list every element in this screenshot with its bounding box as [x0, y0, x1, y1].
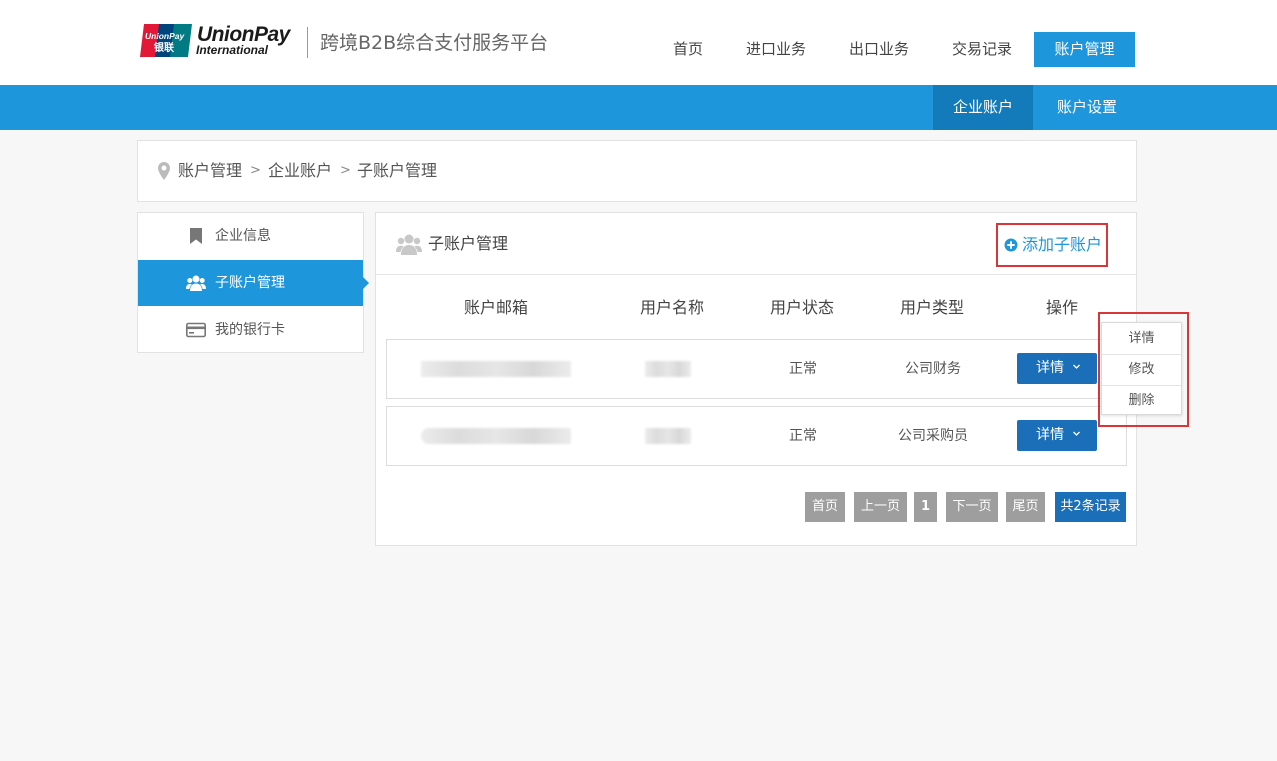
column-header-actions: 操作: [1045, 298, 1078, 317]
sidebar-item-label: 我的银行卡: [215, 322, 285, 338]
logo-brand-text: UnionPay: [197, 23, 290, 46]
sidebar-item-sub-accounts[interactable]: 子账户管理: [138, 260, 369, 306]
subnav-enterprise-account[interactable]: 企业账户: [933, 85, 1033, 130]
menu-item-edit[interactable]: 修改: [1102, 354, 1181, 385]
sub-account-panel: 子账户管理 添加子账户 账户邮箱 用户名称 用户状态 用户类型 操作 正常 公司…: [375, 212, 1137, 546]
breadcrumb: 账户管理 > 企业账户 > 子账户管理: [137, 140, 1137, 202]
pagination-prev[interactable]: 上一页: [854, 492, 907, 522]
detail-dropdown-button[interactable]: 详情: [1017, 353, 1097, 384]
table-row: 正常 公司采购员 详情: [386, 406, 1127, 466]
breadcrumb-account-management[interactable]: 账户管理: [178, 141, 242, 201]
column-header-status: 用户状态: [769, 298, 834, 317]
badge-text-cn: 银联: [154, 41, 174, 54]
username-redacted: [645, 361, 691, 377]
add-sub-account-button[interactable]: 添加子账户: [996, 223, 1108, 267]
sub-navigation-bar: 企业账户 账户设置: [0, 85, 1277, 130]
unionpay-badge-icon: UnionPay 银联: [140, 24, 192, 57]
nav-export[interactable]: 出口业务: [840, 32, 918, 67]
logo-sub-text: International: [196, 43, 269, 57]
sidebar-item-bank-cards[interactable]: 我的银行卡: [138, 307, 363, 353]
status-cell: 正常: [789, 361, 817, 377]
status-cell: 正常: [789, 428, 817, 444]
pagination-total: 共2条记录: [1055, 492, 1126, 522]
detail-dropdown-button[interactable]: 详情: [1017, 420, 1097, 451]
sidebar-menu: 企业信息 子账户管理 我的银行卡: [137, 212, 369, 353]
location-pin-icon: [158, 162, 170, 180]
column-header-type: 用户类型: [899, 298, 964, 317]
column-header-email: 账户邮箱: [463, 298, 528, 317]
breadcrumb-separator: >: [250, 163, 261, 178]
detail-dropdown-menu: 详情 修改 删除: [1101, 322, 1182, 415]
pagination-next[interactable]: 下一页: [946, 492, 998, 522]
column-header-username: 用户名称: [639, 298, 704, 317]
users-icon: [186, 275, 206, 291]
chevron-down-icon: [1073, 431, 1080, 436]
pagination-first[interactable]: 首页: [805, 492, 845, 522]
sidebar-item-label: 子账户管理: [215, 275, 285, 291]
nav-transactions[interactable]: 交易记录: [943, 32, 1021, 67]
add-sub-account-label: 添加子账户: [1022, 235, 1103, 254]
credit-card-icon: [186, 322, 206, 338]
plus-circle-icon: [1004, 238, 1018, 252]
bookmark-icon: [190, 228, 202, 244]
email-redacted: [421, 428, 571, 444]
badge-text-en: UnionPay: [145, 31, 185, 41]
platform-title: 跨境B2B综合支付服务平台: [320, 32, 549, 54]
breadcrumb-sub-account-management: 子账户管理: [357, 161, 438, 180]
email-redacted: [421, 361, 571, 377]
menu-item-details[interactable]: 详情: [1102, 323, 1181, 354]
panel-title: 子账户管理: [428, 234, 509, 253]
nav-import[interactable]: 进口业务: [737, 32, 815, 67]
logo-divider: [307, 27, 308, 58]
detail-button-label: 详情: [1036, 360, 1064, 376]
username-redacted: [645, 428, 691, 444]
users-icon: [396, 234, 422, 255]
sidebar-item-enterprise-info[interactable]: 企业信息: [138, 213, 363, 259]
unionpay-logo[interactable]: UnionPay 银联 UnionPay International: [140, 24, 290, 58]
header: UnionPay 银联 UnionPay International 跨境B2B…: [0, 0, 1277, 85]
type-cell: 公司采购员: [898, 428, 968, 444]
detail-button-label: 详情: [1036, 427, 1064, 443]
sidebar-item-label: 企业信息: [215, 228, 271, 244]
nav-account-management[interactable]: 账户管理: [1034, 32, 1135, 67]
nav-home[interactable]: 首页: [663, 32, 713, 67]
subnav-account-settings[interactable]: 账户设置: [1040, 85, 1134, 130]
type-cell: 公司财务: [905, 361, 961, 377]
pagination-last[interactable]: 尾页: [1006, 492, 1045, 522]
breadcrumb-separator: >: [340, 163, 351, 178]
chevron-down-icon: [1073, 364, 1080, 369]
pagination-current-page[interactable]: 1: [914, 492, 937, 522]
panel-header-divider: [376, 274, 1136, 275]
menu-item-delete[interactable]: 删除: [1102, 385, 1181, 416]
breadcrumb-enterprise-account[interactable]: 企业账户: [268, 141, 332, 201]
table-row: 正常 公司财务 详情: [386, 339, 1127, 399]
